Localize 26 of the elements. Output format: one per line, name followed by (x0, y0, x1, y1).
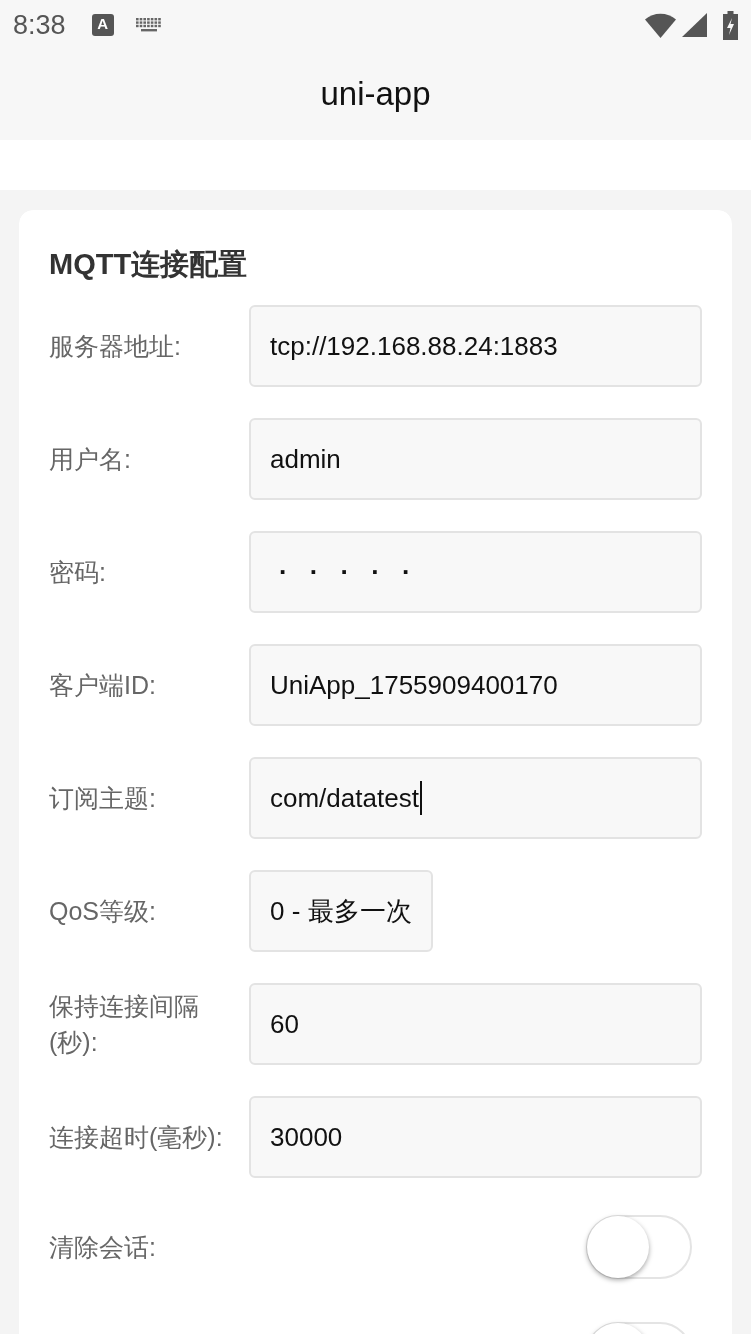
card-title: MQTT连接配置 (49, 247, 248, 282)
field-label: 订阅主题: (49, 783, 157, 814)
page-title: uni-app (320, 75, 431, 114)
input-field[interactable]: admin (249, 418, 702, 500)
password-field[interactable]: ····· (249, 531, 702, 613)
wifi-icon (645, 12, 676, 38)
field-label: 连接超时(毫秒): (49, 1122, 224, 1153)
battery-charging-icon (723, 10, 738, 40)
notification-icon: A (91, 14, 114, 36)
input-field[interactable]: 60 (249, 983, 702, 1065)
toggle-switch[interactable] (586, 1215, 692, 1279)
field-label: 密码: (49, 557, 107, 588)
input-field[interactable]: 30000 (249, 1096, 702, 1178)
field-label: 客户端ID: (49, 670, 157, 701)
field-label: 服务器地址: (49, 331, 182, 362)
field-label: 清除会话: (49, 1232, 157, 1263)
input-field[interactable]: com/datatest (249, 757, 702, 839)
input-field[interactable]: UniApp_1755909400170 (249, 644, 702, 726)
status-time: 8:38 (13, 11, 66, 39)
field-label: 保持连接间隔(秒): (49, 991, 200, 1058)
keyboard-icon (135, 18, 162, 32)
field-label: 用户名: (49, 444, 132, 475)
picker-field[interactable]: 0 - 最多一次 (249, 870, 433, 952)
field-label: QoS等级: (49, 896, 157, 927)
input-field[interactable]: tcp://192.168.88.24:1883 (249, 305, 702, 387)
signal-icon (682, 13, 707, 37)
